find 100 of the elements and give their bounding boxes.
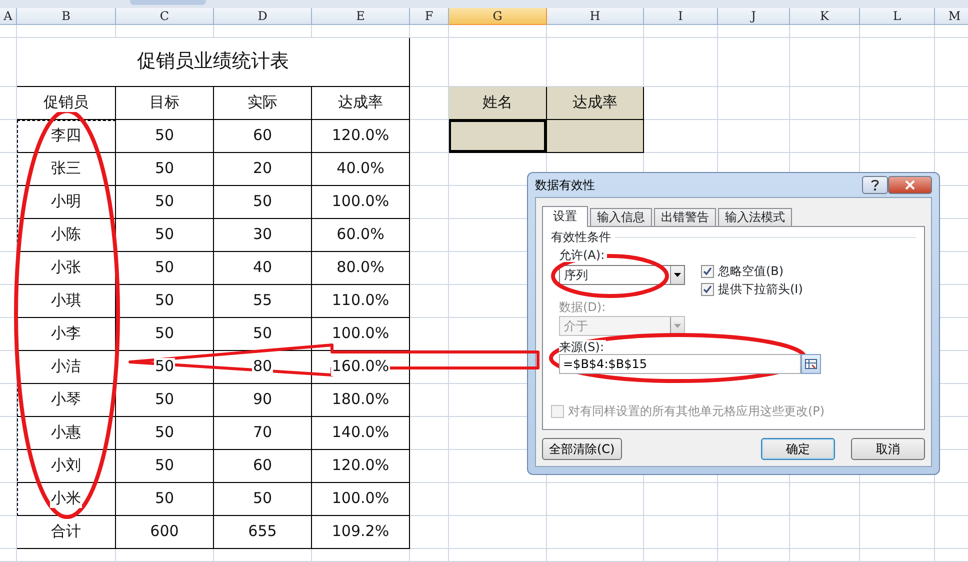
empty-cell[interactable] — [718, 483, 790, 516]
column-header[interactable]: C — [116, 8, 214, 25]
empty-cell[interactable] — [860, 25, 935, 38]
empty-cell[interactable] — [0, 87, 17, 120]
empty-cell[interactable] — [17, 25, 116, 38]
column-header[interactable]: F — [410, 8, 449, 25]
empty-cell[interactable] — [0, 417, 17, 450]
empty-cell[interactable] — [790, 120, 860, 153]
empty-cell[interactable] — [718, 38, 790, 87]
close-icon — [905, 180, 915, 190]
empty-cell[interactable] — [0, 38, 17, 87]
column-header[interactable]: K — [790, 8, 860, 25]
empty-cell[interactable] — [449, 483, 547, 516]
empty-cell[interactable] — [17, 549, 116, 562]
tab[interactable]: 设置 — [542, 206, 588, 227]
empty-cell[interactable] — [790, 483, 860, 516]
empty-cell[interactable] — [790, 516, 860, 549]
empty-cell[interactable] — [790, 38, 860, 87]
empty-cell[interactable] — [547, 549, 644, 562]
close-button[interactable] — [888, 176, 932, 194]
empty-cell[interactable] — [0, 120, 17, 153]
empty-cell[interactable] — [214, 549, 312, 562]
range-picker-button[interactable] — [801, 354, 821, 374]
column-header[interactable]: I — [644, 8, 718, 25]
empty-cell[interactable] — [718, 549, 790, 562]
empty-cell[interactable] — [860, 120, 935, 153]
empty-cell[interactable] — [790, 549, 860, 562]
empty-cell[interactable] — [644, 516, 718, 549]
empty-cell[interactable] — [312, 549, 410, 562]
column-header[interactable]: A — [0, 8, 17, 25]
empty-cell[interactable] — [860, 516, 935, 549]
source-field[interactable]: =$B$4:$B$15 — [559, 354, 801, 374]
empty-cell[interactable] — [0, 186, 17, 219]
tab[interactable]: 输入信息 — [590, 208, 652, 226]
checkbox-label: 提供下拉箭头(I) — [718, 282, 805, 296]
checkbox[interactable] — [701, 264, 714, 278]
empty-cell[interactable] — [547, 483, 644, 516]
column-header[interactable]: L — [860, 8, 935, 25]
empty-cell[interactable] — [718, 25, 790, 38]
empty-cell[interactable] — [312, 25, 410, 38]
empty-cell[interactable] — [214, 25, 312, 38]
empty-cell[interactable] — [547, 25, 644, 38]
checkbox[interactable] — [701, 282, 714, 296]
empty-cell[interactable] — [0, 450, 17, 483]
empty-cell[interactable] — [449, 38, 547, 87]
table-cell[interactable] — [546, 119, 644, 153]
dialog-title: 数据有效性 — [535, 177, 595, 194]
table-cell[interactable] — [448, 119, 547, 153]
empty-cell[interactable] — [0, 483, 17, 516]
button[interactable]: 全部清除(C) — [542, 438, 622, 460]
empty-cell[interactable] — [644, 25, 718, 38]
empty-cell[interactable] — [860, 87, 935, 120]
empty-cell[interactable] — [0, 516, 17, 549]
help-icon — [871, 179, 879, 191]
empty-cell[interactable] — [644, 483, 718, 516]
column-heading: 达成率 — [546, 86, 644, 120]
dropdown[interactable]: 序列 — [559, 265, 685, 285]
column-header[interactable]: H — [547, 8, 644, 25]
empty-cell[interactable] — [116, 25, 214, 38]
empty-cell[interactable] — [410, 25, 449, 38]
empty-cell[interactable] — [0, 252, 17, 285]
empty-cell[interactable] — [718, 87, 790, 120]
empty-cell[interactable] — [790, 87, 860, 120]
field-label: 允许(A): — [559, 248, 607, 262]
empty-cell[interactable] — [718, 120, 790, 153]
empty-cell[interactable] — [449, 516, 547, 549]
tab[interactable]: 输入法模式 — [718, 208, 792, 226]
empty-cell[interactable] — [547, 38, 644, 87]
empty-cell[interactable] — [0, 25, 17, 38]
empty-cell[interactable] — [547, 516, 644, 549]
empty-cell[interactable] — [0, 384, 17, 417]
empty-cell[interactable] — [116, 549, 214, 562]
empty-cell[interactable] — [0, 549, 17, 562]
empty-cell[interactable] — [790, 25, 860, 38]
empty-cell[interactable] — [0, 219, 17, 252]
help-button[interactable] — [862, 176, 888, 194]
empty-cell[interactable] — [860, 483, 935, 516]
button[interactable]: 确定 — [761, 438, 835, 460]
field-label: 来源(S): — [559, 340, 606, 354]
empty-cell[interactable] — [644, 549, 718, 562]
empty-cell[interactable] — [449, 549, 547, 562]
column-header[interactable]: E — [312, 8, 410, 25]
group-label: 有效性条件 — [551, 230, 611, 244]
empty-cell[interactable] — [860, 549, 935, 562]
column-header[interactable]: M — [935, 8, 968, 25]
column-header[interactable]: D — [214, 8, 312, 25]
empty-cell[interactable] — [410, 549, 449, 562]
empty-cell[interactable] — [449, 25, 547, 38]
empty-cell[interactable] — [860, 38, 935, 87]
column-header[interactable]: J — [718, 8, 790, 25]
table-cell: 109.2% — [311, 515, 410, 549]
column-header[interactable]: G — [449, 8, 547, 25]
button[interactable]: 取消 — [851, 438, 925, 460]
caret-icon — [674, 273, 681, 277]
empty-cell[interactable] — [644, 38, 718, 87]
column-header[interactable]: B — [17, 8, 116, 25]
empty-cell[interactable] — [0, 153, 17, 186]
empty-cell[interactable] — [718, 516, 790, 549]
empty-cell[interactable] — [410, 38, 449, 87]
tab[interactable]: 出错警告 — [654, 208, 716, 226]
